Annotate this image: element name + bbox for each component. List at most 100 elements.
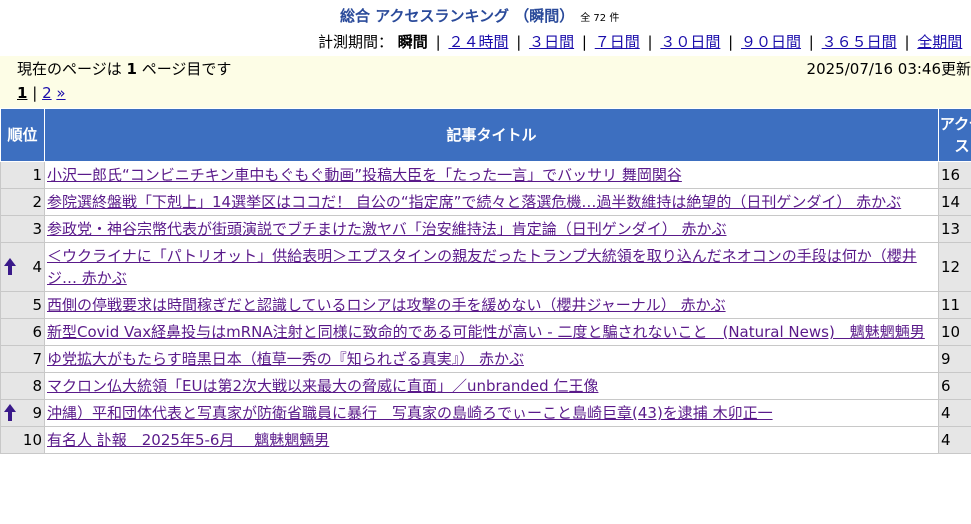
rank-number: 8: [32, 377, 42, 395]
rank-cell: 10: [0, 426, 45, 454]
col-header-title: 記事タイトル: [44, 108, 939, 162]
current-page-prefix: 現在のページは: [17, 60, 122, 78]
pager-page-2[interactable]: 2: [42, 84, 52, 102]
article-link[interactable]: 参政党・神谷宗幣代表が街頭演説でブチまけた激ヤバ「治安維持法」肯定論（日刊ゲンダ…: [47, 220, 726, 238]
period-link-7d[interactable]: ７日間: [595, 33, 640, 51]
access-count: 11: [938, 291, 971, 319]
table-row: 9 沖縄）平和団体代表と写真家が防衛省職員に暴行 写真家の島崎ろでぃーこと島崎巨章…: [0, 399, 971, 427]
period-label: 計測期間：: [318, 33, 394, 51]
rank-number: 10: [22, 431, 42, 449]
pager-separator: |: [32, 84, 38, 102]
up-arrow-icon: [4, 404, 16, 421]
separator: |: [581, 33, 587, 51]
page-title: 総合 アクセスランキング （瞬間） 全 72 件: [340, 6, 619, 29]
article-link[interactable]: ＜ウクライナに「パトリオット」供給表明＞エプスタインの親友だったトランプ大統領を…: [47, 247, 917, 287]
access-count: 4: [938, 426, 971, 454]
rank-cell: 7: [0, 345, 45, 373]
article-link[interactable]: 西側の停戦要求は時間稼ぎだと認識しているロシアは攻撃の手を緩めない（櫻井ジャーナ…: [47, 296, 726, 314]
total-count: 全 72 件: [580, 13, 620, 24]
article-link[interactable]: 参院選終盤戦「下剋上」14選挙区はココだ！ 自公の“指定席”で続々と落選危機…過…: [47, 193, 901, 211]
pager-next[interactable]: »: [56, 84, 65, 102]
current-page-suffix: ページ目です: [141, 60, 232, 78]
rank-number: 4: [32, 258, 42, 276]
separator: |: [808, 33, 814, 51]
title-cell: ＜ウクライナに「パトリオット」供給表明＞エプスタインの親友だったトランプ大統領を…: [44, 242, 939, 292]
current-page-text: 現在のページは 1 ページ目です: [17, 59, 231, 79]
separator: |: [647, 33, 653, 51]
page-info-bar: 現在のページは 1 ページ目です 2025/07/16 03:46更新 1 | …: [0, 56, 971, 108]
ranking-table: 順位 記事タイトル アクセス 1 小沢一郎氏“コンビニチキン車中もぐもぐ動画”投稿…: [0, 108, 971, 454]
article-link[interactable]: 沖縄）平和団体代表と写真家が防衛省職員に暴行 写真家の島崎ろでぃーこと島崎巨章(…: [47, 404, 773, 422]
access-count: 13: [938, 215, 971, 243]
rank-number: 2: [32, 193, 42, 211]
rank-cell: 2: [0, 188, 45, 216]
article-link[interactable]: 小沢一郎氏“コンビニチキン車中もぐもぐ動画”投稿大臣を「たった一言」でバッサリ …: [47, 166, 682, 184]
table-row: 7 ゆ党拡大がもたらす暗黒日本（植草一秀の『知られざる真実』） 赤かぶ 9: [0, 345, 971, 373]
article-link[interactable]: 新型Covid Vax経鼻投与はmRNA注射と同様に致命的である可能性が高い -…: [47, 323, 925, 341]
current-page-number: 1: [126, 60, 137, 78]
title-cell: 参院選終盤戦「下剋上」14選挙区はココだ！ 自公の“指定席”で続々と落選危機…過…: [44, 188, 939, 216]
period-link-30d[interactable]: ３０日間: [660, 33, 720, 51]
table-row: 3 参政党・神谷宗幣代表が街頭演説でブチまけた激ヤバ「治安維持法」肯定論（日刊ゲン…: [0, 215, 971, 243]
access-count: 16: [938, 161, 971, 189]
table-header-row: 順位 記事タイトル アクセス: [0, 108, 971, 162]
title-cell: 沖縄）平和団体代表と写真家が防衛省職員に暴行 写真家の島崎ろでぃーこと島崎巨章(…: [44, 399, 939, 427]
table-row: 5 西側の停戦要求は時間稼ぎだと認識しているロシアは攻撃の手を緩めない（櫻井ジャー…: [0, 291, 971, 319]
table-row: 8 マクロン仏大統領「EUは第2次大戦以来最大の脅威に直面」／unbranded …: [0, 372, 971, 400]
rank-number: 7: [32, 350, 42, 368]
title-cell: マクロン仏大統領「EUは第2次大戦以来最大の脅威に直面」／unbranded 仁…: [44, 372, 939, 400]
rank-number: 6: [32, 323, 42, 341]
rank-cell: 8: [0, 372, 45, 400]
period-link-365d[interactable]: ３６５日間: [822, 33, 897, 51]
table-row: 10 有名人 訃報 2025年5-6月 魑魅魍魎男 4: [0, 426, 971, 454]
ranking-body: 1 小沢一郎氏“コンビニチキン車中もぐもぐ動画”投稿大臣を「たった一言」でバッサリ…: [0, 161, 971, 454]
table-row: 2 参院選終盤戦「下剋上」14選挙区はココだ！ 自公の“指定席”で続々と落選危機……: [0, 188, 971, 216]
title-cell: 参政党・神谷宗幣代表が街頭演説でブチまけた激ヤバ「治安維持法」肯定論（日刊ゲンダ…: [44, 215, 939, 243]
separator: |: [516, 33, 522, 51]
access-count: 4: [938, 399, 971, 427]
table-row: 6 新型Covid Vax経鼻投与はmRNA注射と同様に致命的である可能性が高い …: [0, 318, 971, 346]
separator: |: [728, 33, 734, 51]
article-link[interactable]: マクロン仏大統領「EUは第2次大戦以来最大の脅威に直面」／unbranded 仁…: [47, 377, 598, 395]
col-header-rank: 順位: [0, 108, 45, 162]
access-count: 10: [938, 318, 971, 346]
title-cell: 新型Covid Vax経鼻投与はmRNA注射と同様に致命的である可能性が高い -…: [44, 318, 939, 346]
period-link-90d[interactable]: ９０日間: [741, 33, 801, 51]
title-cell: 西側の停戦要求は時間稼ぎだと認識しているロシアは攻撃の手を緩めない（櫻井ジャーナ…: [44, 291, 939, 319]
rank-number: 3: [32, 220, 42, 238]
ranking-header: 総合 アクセスランキング （瞬間） 全 72 件 計測期間： 瞬間 | ２４時間 …: [0, 0, 971, 56]
rank-number: 9: [32, 404, 42, 422]
rank-cell: 4: [0, 242, 45, 292]
period-link-all[interactable]: 全期間: [917, 33, 962, 51]
ranking-title: 総合 アクセスランキング （瞬間）: [340, 7, 575, 25]
rank-number: 5: [32, 296, 42, 314]
period-selector: 計測期間： 瞬間 | ２４時間 | ３日間 | ７日間 | ３０日間 | ９０日…: [318, 32, 962, 52]
updated-timestamp: 2025/07/16 03:46更新: [806, 60, 971, 78]
pagination: 1 | 2 »: [17, 83, 66, 103]
rank-cell: 3: [0, 215, 45, 243]
rank-cell: 5: [0, 291, 45, 319]
period-current: 瞬間: [397, 33, 428, 51]
rank-number: 1: [32, 166, 42, 184]
rank-cell: 1: [0, 161, 45, 189]
access-count: 6: [938, 372, 971, 400]
pager-current: 1: [17, 84, 28, 102]
title-cell: 小沢一郎氏“コンビニチキン車中もぐもぐ動画”投稿大臣を「たった一言」でバッサリ …: [44, 161, 939, 189]
article-link[interactable]: ゆ党拡大がもたらす暗黒日本（植草一秀の『知られざる真実』） 赤かぶ: [47, 350, 524, 368]
table-row: 4 ＜ウクライナに「パトリオット」供給表明＞エプスタインの親友だったトランプ大統領…: [0, 242, 971, 292]
title-cell: ゆ党拡大がもたらす暗黒日本（植草一秀の『知られざる真実』） 赤かぶ: [44, 345, 939, 373]
access-count: 9: [938, 345, 971, 373]
title-cell: 有名人 訃報 2025年5-6月 魑魅魍魎男: [44, 426, 939, 454]
separator: |: [904, 33, 910, 51]
table-row: 1 小沢一郎氏“コンビニチキン車中もぐもぐ動画”投稿大臣を「たった一言」でバッサリ…: [0, 161, 971, 189]
access-count: 14: [938, 188, 971, 216]
col-header-access: アクセス: [938, 108, 971, 162]
article-link[interactable]: 有名人 訃報 2025年5-6月 魑魅魍魎男: [47, 431, 329, 449]
rank-cell: 9: [0, 399, 45, 427]
separator: |: [435, 33, 441, 51]
rank-cell: 6: [0, 318, 45, 346]
period-link-24h[interactable]: ２４時間: [448, 33, 508, 51]
access-count: 12: [938, 242, 971, 292]
up-arrow-icon: [4, 258, 16, 275]
period-link-3d[interactable]: ３日間: [529, 33, 574, 51]
